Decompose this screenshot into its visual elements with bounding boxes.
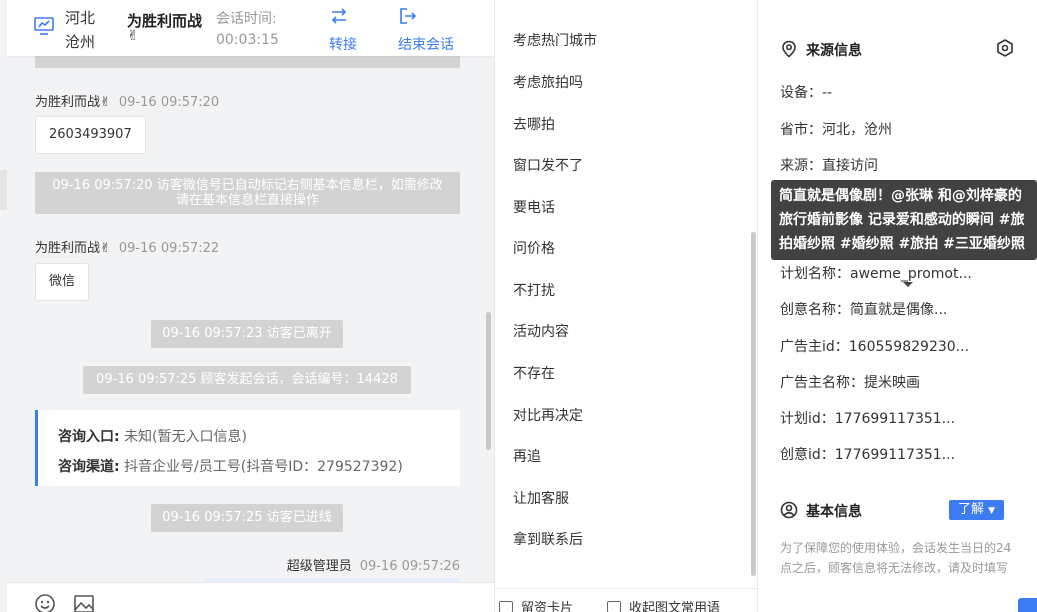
consult-info-card: 咨询入口: 未知(暂无入口信息) 咨询渠道: 抖音企业号/员工号(抖音号ID：2… [35, 410, 460, 486]
consult-channel: 咨询渠道: 抖音企业号/员工号(抖音号ID：279527392) [58, 459, 403, 475]
quick-reply-item[interactable]: 考虑旅拍吗 [513, 72, 583, 92]
quick-reply-item[interactable]: 让加客服 [513, 488, 569, 508]
system-message: 09-16 09:57:23 访客已离开 [151, 320, 343, 348]
creative-tooltip: 简直就是偶像剧！@张琳 和@刘梓豪的旅行婚前影像 记录爱和感动的瞬间 #旅拍婚纱… [771, 180, 1037, 260]
device-row: 设备：-- [780, 85, 833, 101]
quick-reply-item[interactable]: 拿到联系后 [513, 529, 583, 549]
basic-info-note: 为了保障您的使用体验，会话发生当日的24点之后，顾客信息将无法修改，请及时填写 [780, 541, 1012, 575]
quick-reply-item[interactable]: 问价格 [513, 238, 555, 258]
info-panel: 来源信息 设备：-- 省市：河北，沧州 来源：直接访问 计划名称：aweme_p… [758, 0, 1037, 612]
monitor-icon [34, 17, 54, 35]
creative-id-row[interactable]: 创意id：177699117351... [780, 444, 955, 464]
transfer-button[interactable]: 转接 [329, 6, 357, 54]
collapse-phrases-button[interactable]: 收起图文常用语 [607, 597, 720, 612]
message-time: 09-16 09:57:22 [118, 241, 220, 256]
tooltip-arrow [903, 282, 913, 287]
collapse-icon [607, 601, 621, 612]
visitor-location: 河北沧州 [65, 9, 96, 51]
chat-toolbar [7, 582, 494, 612]
lead-card-button[interactable]: 留资卡片 [499, 597, 573, 612]
quick-reply-footer: 留资卡片 收起图文常用语 [495, 588, 757, 612]
floating-button[interactable] [1018, 598, 1037, 612]
card-icon [499, 601, 513, 612]
message-time: 09-16 09:57:20 [118, 95, 220, 110]
quick-reply-item[interactable]: 不打扰 [513, 280, 555, 300]
quick-reply-item[interactable]: 不存在 [513, 363, 555, 383]
quick-reply-item[interactable]: 去哪拍 [513, 114, 555, 134]
user-circle-icon [780, 501, 798, 519]
message-bubble: 2603493907 [35, 116, 146, 154]
settings-hex-icon[interactable] [995, 38, 1015, 58]
image-icon[interactable] [73, 593, 95, 612]
session-time-label: 会话时间: [216, 11, 277, 27]
system-message: 09-16 09:57:20 访客微信号已自动标记右侧基本信息栏，如需修改请在基… [35, 172, 460, 214]
end-session-button[interactable]: 结束会话 [398, 6, 454, 54]
chat-scrollbar[interactable] [486, 312, 491, 450]
plan-id-row[interactable]: 计划id：177699117351... [780, 408, 955, 428]
system-message: 09-16 09:57:25 顾客发起会话，会话编号：14428 [83, 366, 411, 394]
advertiser-id-row[interactable]: 广告主id：160559829230... [780, 336, 969, 356]
quick-reply-item-partial[interactable] [513, 0, 517, 10]
source-row: 来源：直接访问 [780, 158, 878, 174]
quick-reply-scrollbar[interactable] [751, 232, 756, 576]
province-row: 省市：河北，沧州 [780, 122, 892, 138]
session-time-value: 00:03:15 [216, 32, 279, 48]
collapse-handle[interactable] [0, 170, 7, 210]
emoji-icon[interactable] [34, 593, 56, 612]
quick-reply-item[interactable]: 要电话 [513, 197, 555, 217]
transfer-icon [331, 8, 347, 24]
chat-header: 河北沧州 为胜利而战 ✌ 会话时间: 00:03:15 转接 结束会话 [7, 0, 494, 56]
quick-reply-item[interactable]: 活动内容 [513, 321, 569, 341]
caret-down-icon: ▼ [988, 506, 996, 516]
sender-name: 为胜利而战✌ [35, 241, 111, 256]
creative-name-row[interactable]: 创意名称：简直就是偶像... [780, 299, 947, 319]
quick-reply-item[interactable]: 再追 [513, 446, 541, 466]
message-sender: 为胜利而战✌ 09-16 09:57:20 [35, 91, 219, 110]
chat-panel: 为胜利而战✌ 09-16 09:57:20 2603493907 09-16 09… [0, 0, 494, 612]
learn-dropdown-button[interactable]: 了解 ▼ [949, 500, 1004, 520]
consult-entry: 咨询入口: 未知(暂无入口信息) [58, 429, 247, 445]
message-sender: 为胜利而战✌ 09-16 09:57:22 [35, 237, 219, 256]
advertiser-name-row: 广告主名称：提米映画 [780, 375, 920, 391]
location-pin-icon [782, 40, 796, 58]
system-message: 09-16 09:57:25 访客已进线 [151, 504, 343, 532]
quick-reply-item[interactable]: 窗口发不了 [513, 155, 583, 175]
quick-reply-item[interactable]: 考虑热门城市 [513, 30, 597, 50]
message-bubble: 微信 [35, 263, 90, 301]
quick-reply-panel: 考虑热门城市 考虑旅拍吗 去哪拍 窗口发不了 要电话 问价格 不打扰 活动内容 … [494, 0, 758, 612]
agent-sender: 超级管理员 09-16 09:57:26 [286, 559, 460, 574]
sender-name: 为胜利而战✌ [35, 95, 111, 110]
exit-icon [400, 8, 417, 24]
plan-name-row[interactable]: 计划名称：aweme_promot... [780, 263, 972, 283]
quick-reply-item[interactable]: 对比再决定 [513, 405, 583, 425]
visitor-emoji: ✌ [127, 28, 139, 44]
basic-info-title: 基本信息 [780, 501, 862, 521]
source-info-title: 来源信息 [780, 40, 862, 60]
